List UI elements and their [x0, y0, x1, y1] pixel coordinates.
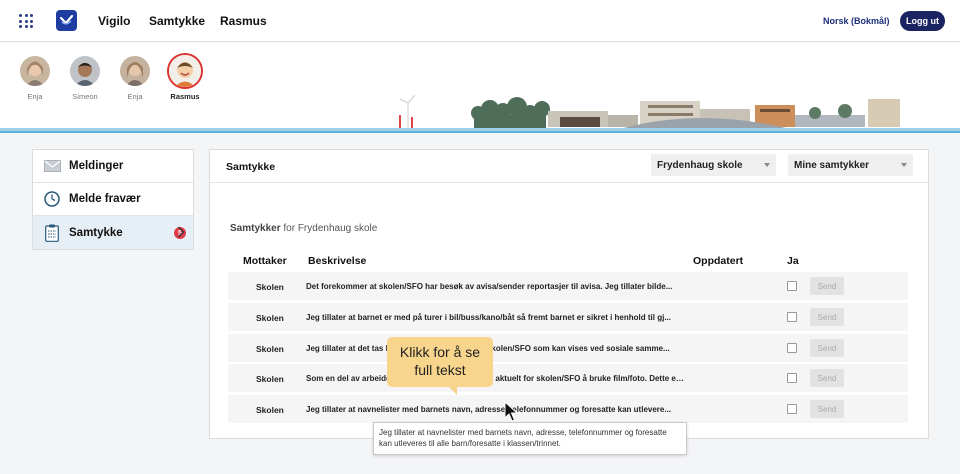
panel-header: Samtykke Frydenhaug skole Mine samtykker	[210, 150, 928, 183]
school-select-value: Frydenhaug skole	[657, 159, 743, 171]
description-cell[interactable]: Jeg tillater at barnet er med på turer i…	[306, 313, 686, 322]
profile-name: Enja	[127, 92, 143, 101]
profile-name: Simeon	[72, 92, 98, 101]
profile-enja-2[interactable]: Enja	[115, 56, 155, 101]
filter-select-value: Mine samtykker	[794, 159, 870, 171]
caret-down-icon	[901, 163, 907, 167]
avatar	[120, 56, 150, 86]
language-selector[interactable]: Norsk (Bokmål)	[823, 16, 890, 26]
chevron-right-icon	[177, 226, 185, 241]
table-row[interactable]: Skolen Jeg tillater at det tas bilde/fil…	[228, 334, 908, 362]
send-button[interactable]: Send	[810, 369, 844, 387]
table-row[interactable]: Skolen Jeg tillater at navnelister med b…	[228, 395, 908, 423]
profile-name: Rasmus	[170, 92, 200, 101]
school-select[interactable]: Frydenhaug skole	[651, 154, 776, 176]
caret-down-icon	[764, 163, 770, 167]
send-button[interactable]: Send	[810, 339, 844, 357]
consent-checkbox[interactable]	[787, 281, 797, 291]
apps-grid-icon[interactable]	[19, 14, 33, 28]
sidebar-item-melde-fravaer[interactable]: Melde fravær	[33, 183, 193, 216]
send-button[interactable]: Send	[810, 277, 844, 295]
recipient-cell: Skolen	[256, 344, 284, 354]
consent-checkbox[interactable]	[787, 373, 797, 383]
consent-panel: Samtykke Frydenhaug skole Mine samtykker…	[209, 149, 929, 439]
clipboard-icon	[43, 224, 61, 242]
nav-samtykke[interactable]: Samtykke	[149, 14, 205, 28]
logout-button[interactable]: Logg ut	[900, 11, 945, 31]
description-tooltip: Jeg tillater at navnelister med barnets …	[373, 422, 687, 455]
table-row[interactable]: Skolen Det forekommer at skolen/SFO har …	[228, 272, 908, 300]
sidebar-item-label: Meldinger	[69, 160, 124, 172]
table-row[interactable]: Skolen Som en del av arbeidet med skolen…	[228, 364, 908, 392]
sidebar-item-meldinger[interactable]: Meldinger	[33, 150, 193, 183]
vigilo-logo[interactable]	[56, 10, 77, 31]
column-header-description: Beskrivelse	[308, 255, 367, 267]
description-cell[interactable]: Jeg tillater at navnelister med barnets …	[306, 405, 686, 414]
profile-rasmus[interactable]: Rasmus	[165, 53, 205, 101]
mouse-cursor-icon	[504, 401, 518, 422]
profile-simeon[interactable]: Simeon	[65, 56, 105, 101]
nav-vigilo[interactable]: Vigilo	[98, 14, 130, 28]
table-row[interactable]: Skolen Jeg tillater at barnet er med på …	[228, 303, 908, 331]
panel-title: Samtykke	[226, 161, 276, 173]
description-cell[interactable]: Jeg tillater at det tas bilde/film fra a…	[306, 344, 686, 353]
callout-line-1: Klikk for å se	[399, 344, 481, 360]
column-header-recipient: Mottaker	[243, 255, 287, 267]
column-header-updated: Oppdatert	[693, 255, 744, 267]
consent-filter-select[interactable]: Mine samtykker	[788, 154, 913, 176]
profile-name: Enja	[27, 92, 43, 101]
recipient-cell: Skolen	[256, 282, 284, 292]
mail-icon	[43, 157, 61, 175]
sidebar-item-samtykke[interactable]: Samtykke 5	[33, 216, 193, 249]
avatar	[20, 56, 50, 86]
sidebar-item-label: Samtykke	[69, 226, 123, 239]
description-cell[interactable]: Det forekommer at skolen/SFO har besøk a…	[306, 282, 686, 291]
recipient-cell: Skolen	[256, 405, 284, 415]
section-subtitle: Samtykker for Frydenhaug skole	[230, 223, 378, 234]
top-bar: Vigilo Samtykke Rasmus Norsk (Bokmål) Lo…	[0, 0, 960, 42]
avatar	[167, 53, 203, 89]
description-cell[interactable]: Som en del av arbeidet med skolen, kan d…	[306, 374, 686, 383]
recipient-cell: Skolen	[256, 313, 284, 323]
profile-enja-1[interactable]: Enja	[15, 56, 55, 101]
recipient-cell: Skolen	[256, 374, 284, 384]
sidebar-item-label: Melde fravær	[69, 193, 141, 205]
consent-checkbox[interactable]	[787, 404, 797, 414]
column-header-yes: Ja	[787, 255, 799, 267]
avatar	[70, 56, 100, 86]
callout-line-2: full tekst	[414, 362, 466, 378]
consent-checkbox[interactable]	[787, 312, 797, 322]
nav-child-name[interactable]: Rasmus	[220, 14, 267, 28]
water-line	[0, 128, 960, 133]
consent-checkbox[interactable]	[787, 343, 797, 353]
clock-icon	[43, 190, 61, 208]
hint-callout: Klikk for å se full tekst	[387, 337, 493, 395]
sidebar-menu: Meldinger Melde fravær Samtykke 5	[32, 149, 194, 250]
send-button[interactable]: Send	[810, 308, 844, 326]
send-button[interactable]: Send	[810, 400, 844, 418]
